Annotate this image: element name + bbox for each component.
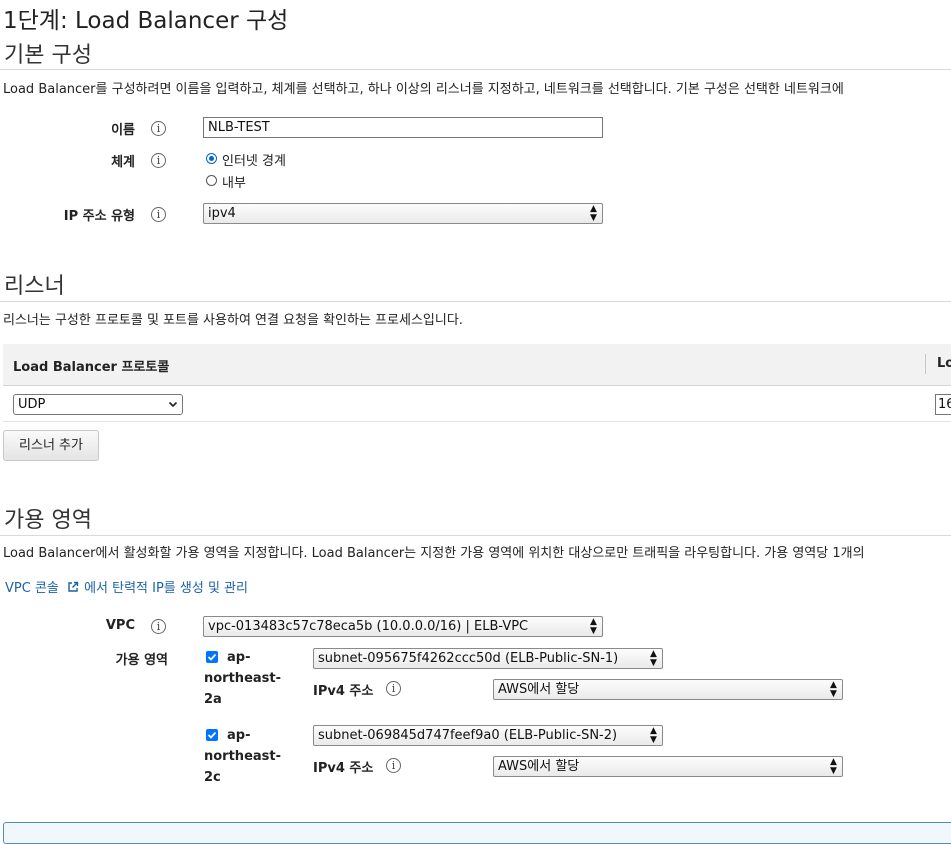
vpc-console-link-row: VPC 콘솔 에서 탄력적 IP를 생성 및 관리 xyxy=(5,577,248,596)
vpc-label: VPC xyxy=(105,618,135,633)
chevron-down-icon xyxy=(168,401,178,408)
zone-2c-ipv4-select[interactable]: AWS에서 할당 ▲ ▼ xyxy=(493,756,843,777)
scheme-internal-radio[interactable] xyxy=(206,175,217,186)
select-arrows-icon: ▲ ▼ xyxy=(650,726,657,745)
vpc-select[interactable]: vpc-013483c57c78eca5b (10.0.0.0/16) | EL… xyxy=(203,616,603,637)
external-link-icon[interactable] xyxy=(67,581,79,593)
basic-config-description: Load Balancer를 구성하려면 이름을 입력하고, 체계를 선택하고,… xyxy=(3,82,844,97)
select-arrows-icon: ▲ ▼ xyxy=(830,757,837,776)
zone-2a-ipv4-value: AWS에서 할당 xyxy=(498,682,580,697)
zone-2a-subnet-value: subnet-095675f4262ccc50d (ELB-Public-SN-… xyxy=(318,651,619,666)
listeners-divider xyxy=(0,301,951,302)
ip-type-label: IP 주소 유형 xyxy=(63,209,135,224)
scheme-internet-facing-radio[interactable] xyxy=(206,153,217,164)
vpc-select-value: vpc-013483c57c78eca5b (10.0.0.0/16) | EL… xyxy=(208,619,529,634)
zone-2a-ipv4-label: IPv4 주소 xyxy=(313,684,374,699)
zone-2a-ipv4-select[interactable]: AWS에서 할당 ▲ ▼ xyxy=(493,679,843,700)
listeners-description: 리스너는 구성한 프로토콜 및 포트를 사용하여 연결 요청을 확인하는 프로세… xyxy=(3,313,463,328)
scheme-label: 체계 xyxy=(111,155,135,170)
vpc-console-link[interactable]: VPC 콘솔 xyxy=(5,581,59,596)
zone-2a-name: ap-northeast-2a xyxy=(204,650,282,707)
zone-2c-name: ap-northeast-2c xyxy=(204,728,282,785)
protocol-column-header: Load Balancer 프로토콜 xyxy=(13,360,170,375)
name-label: 이름 xyxy=(111,123,135,138)
az-description: Load Balancer에서 활성화할 가용 영역을 지정합니다. Load … xyxy=(3,546,865,561)
zone-2c-ipv4-info-icon[interactable]: i xyxy=(386,758,401,773)
column-separator xyxy=(925,354,926,374)
ip-type-select-value: ipv4 xyxy=(208,206,236,221)
zone-2c-ipv4-label: IPv4 주소 xyxy=(313,761,374,776)
ip-type-info-icon[interactable]: i xyxy=(151,207,166,222)
info-panel xyxy=(3,822,951,844)
listeners-heading: 리스너 xyxy=(4,274,65,299)
zone-2a-ipv4-info-icon[interactable]: i xyxy=(386,681,401,696)
listener-protocol-select[interactable]: UDP xyxy=(13,394,183,415)
vpc-console-link-suffix[interactable]: 에서 탄력적 IP를 생성 및 관리 xyxy=(84,581,248,596)
select-arrows-icon: ▲ ▼ xyxy=(830,680,837,699)
listener-port-input[interactable]: 16 xyxy=(935,394,951,415)
listeners-row-divider xyxy=(3,421,951,422)
select-arrows-icon: ▲ ▼ xyxy=(590,617,597,636)
scheme-info-icon[interactable]: i xyxy=(151,153,166,168)
zone-2c-subnet-value: subnet-069845d747feef9a0 (ELB-Public-SN-… xyxy=(318,728,618,743)
select-arrows-icon: ▲ ▼ xyxy=(590,204,597,223)
basic-config-divider xyxy=(0,69,951,70)
scheme-internal-label: 내부 xyxy=(222,176,246,191)
zone-2a-subnet-select[interactable]: subnet-095675f4262ccc50d (ELB-Public-SN-… xyxy=(313,648,663,669)
add-listener-button[interactable]: 리스너 추가 xyxy=(3,430,99,461)
port-column-header: Lo xyxy=(937,356,951,371)
listener-protocol-value: UDP xyxy=(18,397,46,412)
az-zones-label: 가용 영역 xyxy=(115,653,168,668)
name-info-icon[interactable]: i xyxy=(151,121,166,136)
name-input[interactable]: NLB-TEST xyxy=(203,117,603,138)
basic-config-heading: 기본 구성 xyxy=(4,43,92,68)
az-divider xyxy=(0,535,951,536)
vpc-info-icon[interactable]: i xyxy=(151,619,166,634)
zone-2c-subnet-select[interactable]: subnet-069845d747feef9a0 (ELB-Public-SN-… xyxy=(313,725,663,746)
ip-type-select[interactable]: ipv4 ▲ ▼ xyxy=(203,203,603,224)
az-heading: 가용 영역 xyxy=(4,508,92,533)
select-arrows-icon: ▲ ▼ xyxy=(650,649,657,668)
zone-2c-ipv4-value: AWS에서 할당 xyxy=(498,759,580,774)
scheme-internet-facing-label: 인터넷 경계 xyxy=(222,154,286,169)
listeners-table-header: Load Balancer 프로토콜 Lo xyxy=(3,344,951,386)
page-title: 1단계: Load Balancer 구성 xyxy=(3,8,289,34)
